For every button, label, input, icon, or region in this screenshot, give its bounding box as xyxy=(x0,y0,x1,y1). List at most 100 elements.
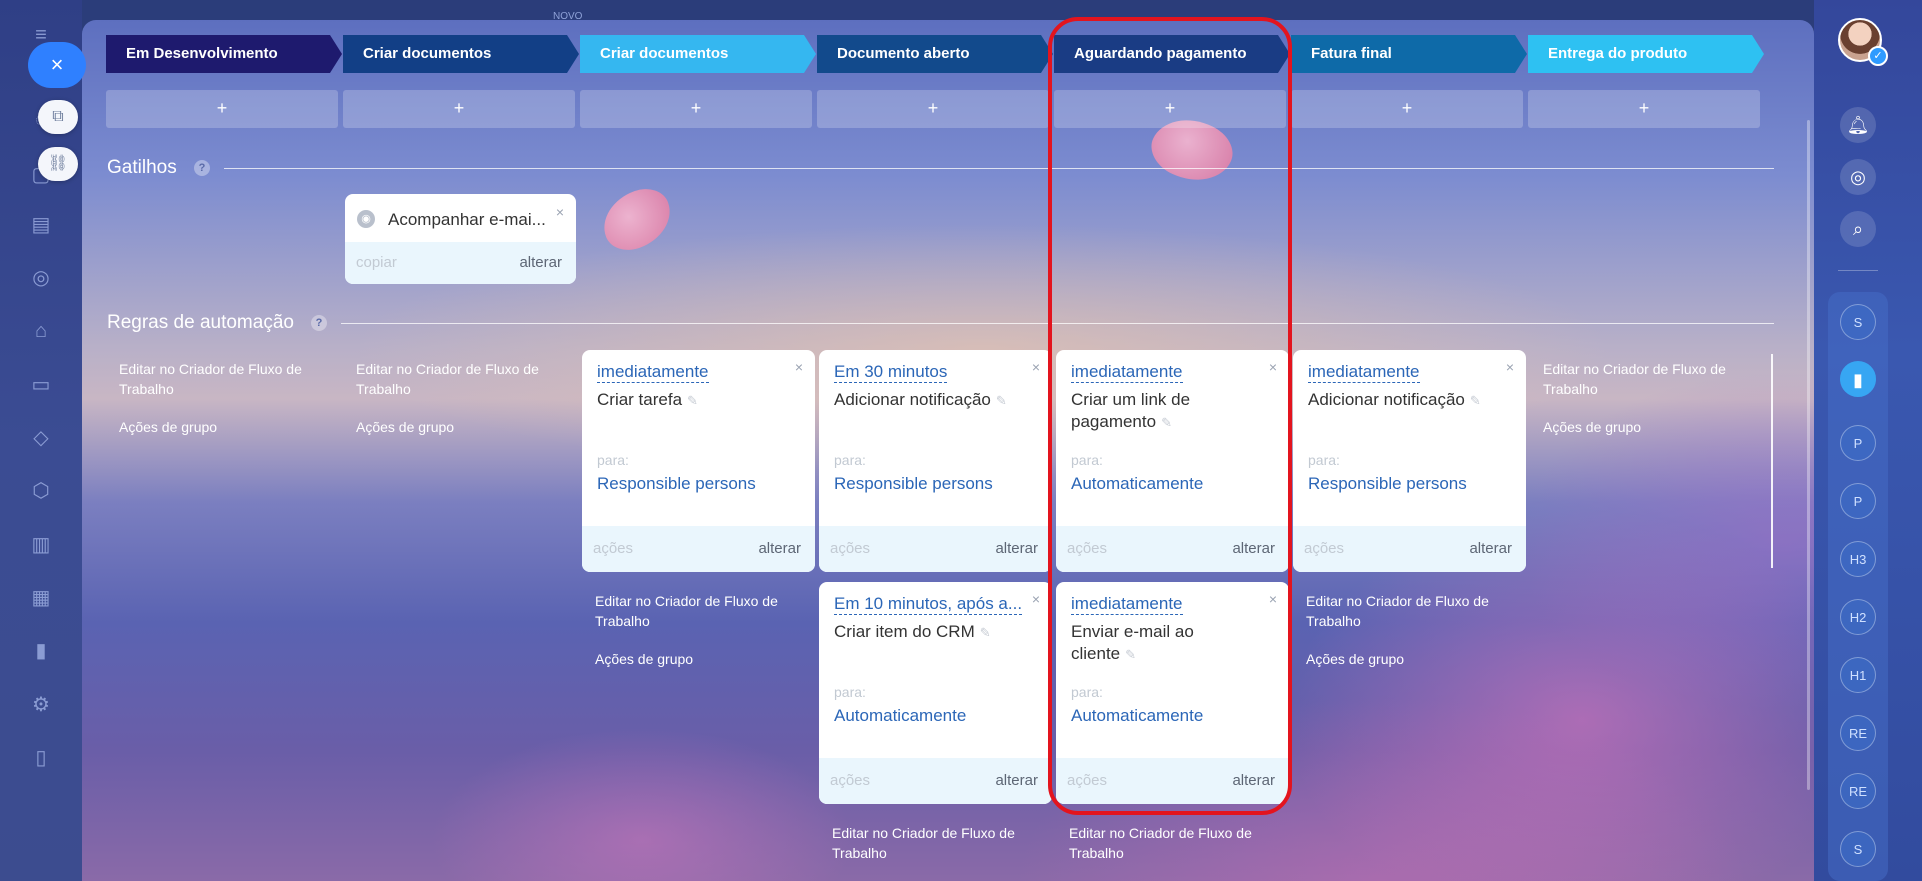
chat-avatar[interactable]: RE xyxy=(1840,715,1876,751)
target-icon[interactable]: ◎ xyxy=(26,263,56,293)
actions-link[interactable]: ações xyxy=(830,540,870,557)
target-icon[interactable]: ◎ xyxy=(1840,159,1876,195)
stage-header[interactable]: Entrega do produto xyxy=(1528,35,1764,73)
pencil-icon[interactable]: ✎ xyxy=(980,625,991,640)
edit-in-workflow-designer-link[interactable]: Editar no Criador de Fluxo de Trabalho xyxy=(119,359,319,399)
stage-header[interactable]: Fatura final xyxy=(1291,35,1527,73)
search-chat-icon[interactable]: ⌕ xyxy=(1840,211,1876,247)
add-button[interactable]: + xyxy=(580,90,812,128)
change-link[interactable]: alterar xyxy=(1232,772,1275,789)
actions-link[interactable]: ações xyxy=(830,772,870,789)
group-actions-link[interactable]: Ações de grupo xyxy=(595,649,795,669)
change-link[interactable]: alterar xyxy=(1469,540,1512,557)
close-icon[interactable]: × xyxy=(1269,591,1277,607)
stage-header[interactable]: Aguardando pagamento xyxy=(1054,35,1290,73)
close-icon[interactable]: × xyxy=(1269,359,1277,375)
chat-avatar[interactable]: RE xyxy=(1840,773,1876,809)
change-link[interactable]: alterar xyxy=(519,254,562,271)
group-actions-link[interactable]: Ações de grupo xyxy=(119,417,319,437)
edit-in-workflow-designer-link[interactable]: Editar no Criador de Fluxo de Trabalho xyxy=(1306,591,1506,631)
close-icon[interactable]: × xyxy=(795,359,803,375)
pencil-icon[interactable]: ✎ xyxy=(1470,393,1481,408)
group-actions-link[interactable]: Ações de grupo xyxy=(1543,417,1743,437)
stage-header[interactable]: Em Desenvolvimento xyxy=(106,35,342,73)
recipient-value[interactable]: Responsible persons xyxy=(597,474,756,494)
close-icon[interactable]: × xyxy=(1506,359,1514,375)
store-icon[interactable]: ▥ xyxy=(26,530,56,560)
stage-header[interactable]: Criar documentos xyxy=(343,35,579,73)
recipient-value[interactable]: Responsible persons xyxy=(834,474,993,494)
automation-rule-card[interactable]: Em 10 minutos, após a... × Criar item do… xyxy=(819,582,1052,804)
recipient-value[interactable]: Automaticamente xyxy=(1071,706,1203,726)
trigger-card[interactable]: ◉ Acompanhar e-mai... × copiar alterar xyxy=(345,194,576,284)
add-button[interactable]: + xyxy=(106,90,338,128)
edit-in-workflow-designer-link[interactable]: Editar no Criador de Fluxo de Trabalho xyxy=(1069,823,1269,863)
chat-avatar[interactable]: P xyxy=(1840,483,1876,519)
chat-avatar[interactable]: S xyxy=(1840,831,1876,867)
change-link[interactable]: alterar xyxy=(995,540,1038,557)
actions-link[interactable]: ações xyxy=(1067,540,1107,557)
copy-link-icon[interactable]: ⛓ xyxy=(38,147,78,181)
bell-icon[interactable]: 🔔︎ xyxy=(1840,107,1876,143)
edit-in-workflow-designer-link[interactable]: Editar no Criador de Fluxo de Trabalho xyxy=(832,823,1032,863)
add-button[interactable]: + xyxy=(1054,90,1286,128)
add-button[interactable]: + xyxy=(1291,90,1523,128)
actions-link[interactable]: ações xyxy=(1067,772,1107,789)
box-icon[interactable]: ⬡ xyxy=(26,476,56,506)
rule-delay[interactable]: Em 10 minutos, após a... xyxy=(834,594,1023,615)
stage-header[interactable]: Documento aberto xyxy=(817,35,1053,73)
crm-funnel-icon[interactable]: ▤ xyxy=(26,210,56,240)
pencil-icon[interactable]: ✎ xyxy=(1125,647,1136,662)
pencil-icon[interactable]: ✎ xyxy=(1161,415,1172,430)
automation-rule-card[interactable]: imediatamente × Criar tarefa ✎ para: Resp… xyxy=(582,350,815,572)
help-icon[interactable]: ? xyxy=(311,315,327,331)
change-link[interactable]: alterar xyxy=(1232,540,1275,557)
pencil-icon[interactable]: ✎ xyxy=(996,393,1007,408)
chat-avatar[interactable]: H1 xyxy=(1840,657,1876,693)
add-button[interactable]: + xyxy=(1528,90,1760,128)
rule-delay[interactable]: imediatamente xyxy=(597,362,709,383)
open-in-new-window-icon[interactable]: ⧉ xyxy=(38,100,78,134)
chat-avatar[interactable]: P xyxy=(1840,425,1876,461)
change-link[interactable]: alterar xyxy=(758,540,801,557)
edit-in-workflow-designer-link[interactable]: Editar no Criador de Fluxo de Trabalho xyxy=(356,359,556,399)
pencil-icon[interactable]: ✎ xyxy=(687,393,698,408)
close-icon[interactable]: × xyxy=(1032,359,1040,375)
copy-link[interactable]: copiar xyxy=(356,254,397,271)
contact-card-icon[interactable]: ▭ xyxy=(26,370,56,400)
group-actions-link[interactable]: Ações de grupo xyxy=(1306,649,1506,669)
robot-icon[interactable]: ◇ xyxy=(26,423,56,453)
close-icon[interactable]: × xyxy=(556,204,564,220)
cart-icon[interactable]: ⌂ xyxy=(26,316,56,346)
automation-rule-card[interactable]: Em 30 minutos × Adicionar notificação ✎ p… xyxy=(819,350,1052,572)
document-icon[interactable]: ▯ xyxy=(26,743,56,773)
stage-header[interactable]: Criar documentos xyxy=(580,35,816,73)
edit-in-workflow-designer-link[interactable]: Editar no Criador de Fluxo de Trabalho xyxy=(1543,359,1743,399)
automation-rule-card[interactable]: imediatamente × Enviar e-mail ao cliente… xyxy=(1056,582,1289,804)
automation-rule-card[interactable]: imediatamente × Criar um link de pagamen… xyxy=(1056,350,1289,572)
calendar-icon[interactable]: ▦ xyxy=(26,583,56,613)
recipient-value[interactable]: Automaticamente xyxy=(1071,474,1203,494)
bookmark-icon[interactable]: ▮ xyxy=(1840,361,1876,397)
settings-icon[interactable]: ⚙ xyxy=(26,690,56,720)
chat-avatar[interactable]: S xyxy=(1840,304,1876,340)
close-button[interactable]: × xyxy=(28,42,86,88)
recipient-value[interactable]: Automaticamente xyxy=(834,706,966,726)
chat-avatar[interactable]: H2 xyxy=(1840,599,1876,635)
group-actions-link[interactable]: Ações de grupo xyxy=(356,417,556,437)
vertical-scrollbar[interactable] xyxy=(1807,120,1810,790)
rule-delay[interactable]: Em 30 minutos xyxy=(834,362,948,383)
add-button[interactable]: + xyxy=(817,90,1049,128)
horizontal-scroll-indicator[interactable] xyxy=(1771,354,1773,568)
actions-link[interactable]: ações xyxy=(593,540,633,557)
change-link[interactable]: alterar xyxy=(995,772,1038,789)
rule-delay[interactable]: imediatamente xyxy=(1071,362,1183,383)
automation-rule-card[interactable]: imediatamente × Adicionar notificação ✎ p… xyxy=(1293,350,1526,572)
help-icon[interactable]: ? xyxy=(194,160,210,176)
close-icon[interactable]: × xyxy=(1032,591,1040,607)
rule-delay[interactable]: imediatamente xyxy=(1308,362,1420,383)
recipient-value[interactable]: Responsible persons xyxy=(1308,474,1467,494)
chat-avatar[interactable]: H3 xyxy=(1840,541,1876,577)
analytics-icon[interactable]: ▮ xyxy=(26,636,56,666)
edit-in-workflow-designer-link[interactable]: Editar no Criador de Fluxo de Trabalho xyxy=(595,591,795,631)
